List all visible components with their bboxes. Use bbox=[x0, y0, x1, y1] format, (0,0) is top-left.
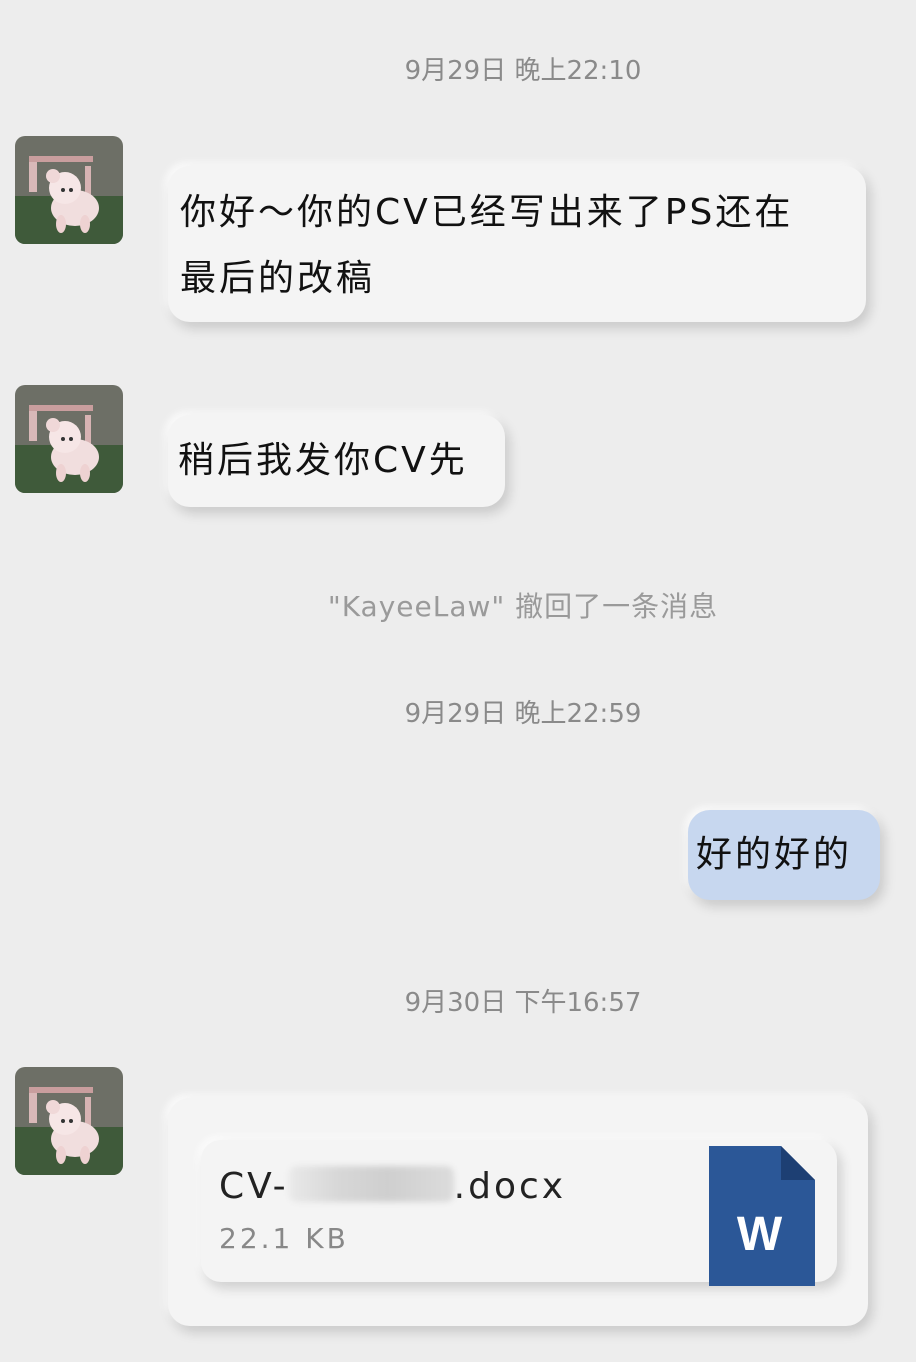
recall-notice: "KayeeLaw" 撤回了一条消息 bbox=[327, 590, 719, 623]
contact-avatar[interactable] bbox=[15, 1067, 123, 1175]
dog-avatar-icon bbox=[15, 136, 123, 244]
message-text: 好的好的 bbox=[696, 834, 853, 875]
redacted-filename bbox=[288, 1166, 454, 1202]
contact-avatar[interactable] bbox=[15, 136, 123, 244]
message-text-line: 你好～你的CV已经写出来了PS还在 bbox=[180, 192, 794, 233]
word-document-icon: W bbox=[709, 1146, 815, 1286]
dog-avatar-icon bbox=[15, 1067, 123, 1175]
file-name-prefix: CV- bbox=[219, 1166, 289, 1207]
file-name-suffix: .docx bbox=[453, 1166, 567, 1207]
timestamp: 9月30日 下午16:57 bbox=[404, 988, 642, 1018]
outgoing-message[interactable]: 好的好的 bbox=[688, 810, 880, 900]
message-text: 稍后我发你CV先 bbox=[178, 440, 468, 481]
incoming-message[interactable]: 你好～你的CV已经写出来了PS还在 最后的改稿 bbox=[168, 166, 866, 322]
file-card[interactable]: CV- .docx 22.1 KB W bbox=[201, 1140, 837, 1286]
incoming-message[interactable]: 稍后我发你CV先 bbox=[168, 415, 505, 507]
timestamp: 9月29日 晚上22:10 bbox=[404, 56, 642, 86]
word-icon-letter: W bbox=[737, 1208, 785, 1261]
timestamp: 9月29日 晚上22:59 bbox=[404, 699, 642, 729]
file-size: 22.1 KB bbox=[219, 1222, 349, 1255]
contact-avatar[interactable] bbox=[15, 385, 123, 493]
file-message[interactable]: CV- .docx 22.1 KB W bbox=[168, 1098, 868, 1326]
dog-avatar-icon bbox=[15, 385, 123, 493]
message-text-line: 最后的改稿 bbox=[180, 258, 376, 299]
